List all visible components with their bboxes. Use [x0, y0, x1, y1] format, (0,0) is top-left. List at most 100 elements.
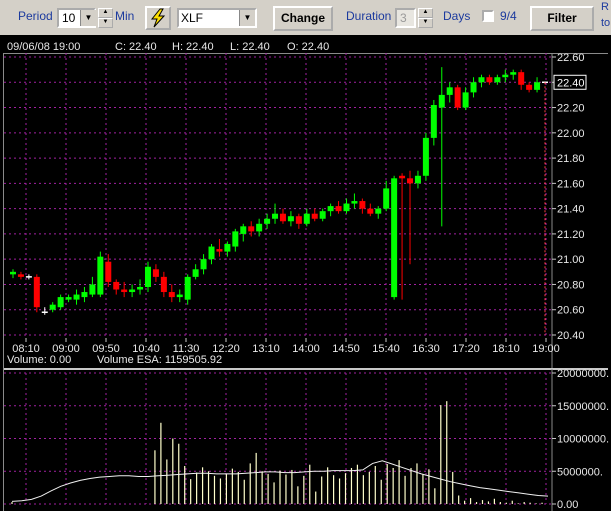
candle-body: [391, 178, 398, 298]
spin-down-icon[interactable]: ▼: [418, 18, 433, 28]
chart-area: 09/06/08 19:00 C: 22.40 H: 22.40 L: 22.4…: [0, 35, 611, 511]
candle-body: [518, 72, 525, 85]
price-tick-label: 21.80: [557, 153, 585, 165]
candle-body: [502, 74, 509, 78]
candle-body: [534, 82, 541, 90]
candle-body: [264, 218, 271, 224]
volume-tick-label: 20000000.: [557, 368, 609, 380]
price-tick-label: 20.60: [557, 305, 585, 317]
price-tick-label: 20.40: [557, 330, 585, 342]
period-spinner[interactable]: ▲ ▼: [98, 8, 113, 28]
candle-body: [137, 286, 144, 290]
candle-body: [486, 77, 493, 83]
candle: [33, 274, 40, 313]
filter-button[interactable]: Filter: [530, 6, 594, 31]
candle-body: [359, 201, 366, 209]
candle-body: [311, 213, 318, 219]
candle: [454, 84, 461, 111]
volume-tick-label: 5000000.: [557, 466, 603, 478]
candle-body: [375, 208, 382, 214]
candle-body: [57, 297, 64, 308]
edge-text-to: to: [601, 17, 611, 29]
candle-body: [462, 92, 469, 108]
candle-body: [192, 269, 199, 277]
candle-body: [208, 246, 215, 260]
candle-body: [319, 211, 326, 219]
candle-body: [10, 271, 16, 275]
date-checkbox-label: 9/4: [500, 9, 517, 23]
date-checkbox[interactable]: [482, 10, 494, 22]
candle-body: [113, 281, 120, 290]
duration-label: Duration: [346, 9, 392, 23]
chevron-down-icon[interactable]: ▼: [80, 10, 96, 26]
price-tick-label: 22.00: [557, 128, 585, 140]
candle-body: [367, 208, 374, 214]
candle-body: [232, 231, 239, 247]
candle-body: [438, 94, 445, 108]
candle-body: [446, 87, 453, 95]
candle-body: [287, 216, 294, 222]
spin-up-icon[interactable]: ▲: [418, 8, 433, 18]
candle-body: [200, 259, 207, 270]
candle-body: [335, 206, 342, 212]
candle-body: [49, 304, 56, 310]
volume-readout: Volume: 0.00: [7, 354, 71, 366]
days-label: Days: [443, 9, 471, 23]
symbol-select[interactable]: XLF ▼: [177, 8, 257, 28]
duration-spinner[interactable]: ▲ ▼: [418, 8, 433, 28]
change-button[interactable]: Change: [273, 6, 333, 31]
candle-body: [224, 244, 231, 252]
candle-body: [470, 82, 477, 93]
candle-body: [65, 297, 72, 300]
candle-body: [168, 292, 175, 298]
candle-body: [399, 175, 406, 179]
candle-body: [454, 87, 461, 108]
candle-body: [383, 188, 390, 209]
info-low: L: 22.40: [230, 41, 270, 53]
chevron-down-icon[interactable]: ▼: [239, 10, 255, 26]
price-tick-label: 21.20: [557, 229, 585, 241]
time-tick-label: 19:00: [532, 343, 560, 355]
time-tick-label: 14:00: [292, 343, 320, 355]
lightning-icon: [150, 8, 166, 28]
candle-body: [526, 84, 533, 90]
candle-body: [407, 178, 414, 184]
candle-body: [97, 256, 104, 295]
lightning-button[interactable]: [145, 6, 171, 30]
price-tick-label: 22.60: [557, 52, 585, 64]
candle-body: [510, 72, 517, 75]
candle-body: [152, 269, 159, 277]
spin-up-icon[interactable]: ▲: [98, 8, 113, 18]
candle-body: [17, 274, 24, 277]
price-tick-label: 21.40: [557, 204, 585, 216]
period-dropdown[interactable]: ▼: [57, 8, 96, 28]
time-tick-label: 13:10: [252, 343, 280, 355]
left-border: [3, 53, 4, 511]
candle-body: [33, 276, 40, 308]
candle: [391, 175, 398, 300]
price-tick-label: 20.80: [557, 279, 585, 291]
panel-divider: [3, 368, 608, 370]
time-tick-label: 17:20: [452, 343, 480, 355]
candle-body: [422, 137, 429, 176]
price-tick-label: 21.00: [557, 254, 585, 266]
candle-body: [414, 175, 421, 184]
candle-body: [279, 213, 286, 222]
spin-down-icon[interactable]: ▼: [98, 18, 113, 28]
edge-text-r: R: [601, 1, 609, 13]
candle-body: [240, 226, 247, 234]
info-close: C: 22.40: [115, 41, 157, 53]
price-tick-label: 22.20: [557, 103, 585, 115]
price-tick-label: 21.60: [557, 178, 585, 190]
candle: [422, 132, 429, 181]
candle-body: [129, 289, 136, 293]
candle-body: [105, 261, 112, 282]
toolbar: Period 10 ▼ ▲ ▼ Min XLF ▼ Change Duratio…: [0, 0, 611, 35]
candle-body: [73, 294, 80, 300]
candle-body: [272, 213, 279, 219]
symbol-value: XLF: [181, 11, 204, 25]
candle-body: [184, 276, 191, 300]
duration-input[interactable]: 3: [395, 8, 416, 28]
candle-body: [295, 216, 302, 224]
period-unit-label: Min: [115, 9, 135, 23]
